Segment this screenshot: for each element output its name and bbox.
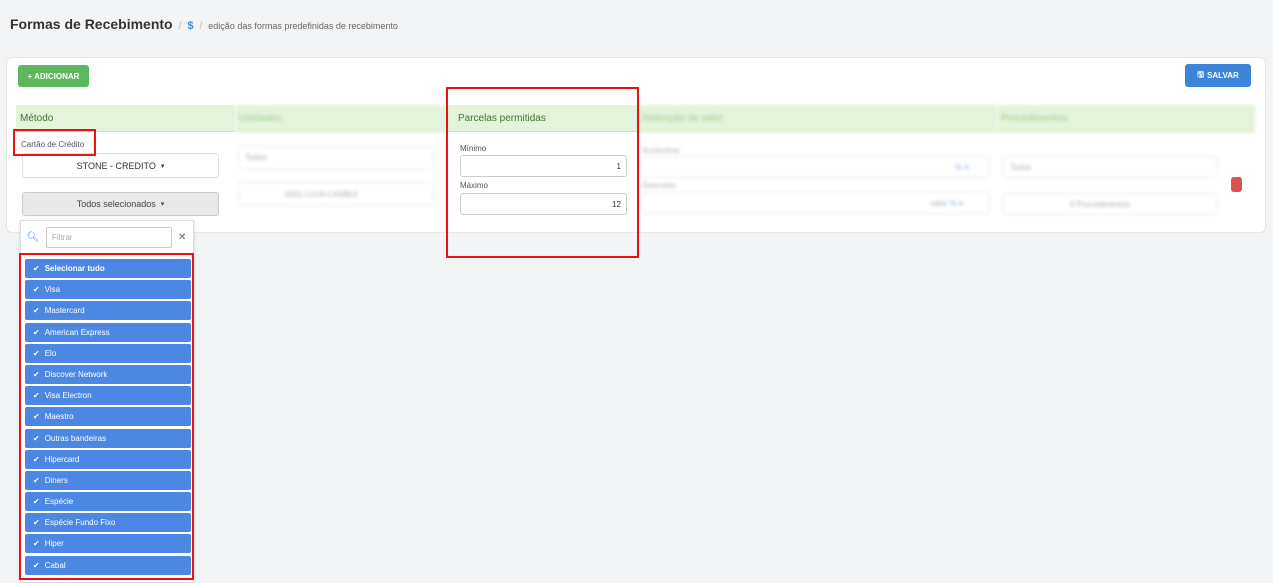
- column-header-blurred-1: Unidades: [235, 105, 447, 132]
- breadcrumb-separator: /: [178, 21, 182, 32]
- filter-input[interactable]: Filtrar: [46, 226, 172, 248]
- floppy-icon: 🖫: [1197, 69, 1205, 79]
- save-button-label: SALVAR: [1207, 71, 1239, 80]
- column-header-metodo: Método: [16, 105, 235, 132]
- save-button[interactable]: 🖫 SALVAR: [1185, 64, 1251, 87]
- clear-filter-icon[interactable]: ✕: [178, 232, 186, 243]
- dollar-icon[interactable]: $: [187, 20, 193, 32]
- page-description: edição das formas predefinidas de recebi…: [208, 21, 398, 31]
- breadcrumb-separator-2: /: [199, 21, 203, 32]
- acquirer-select-value: STONE - CREDITO: [76, 160, 156, 171]
- highlight-box-flag-list: [19, 253, 194, 580]
- page-title: Formas de Recebimento: [10, 16, 173, 32]
- dropdown-filter-row: 🔍︎ Filtrar ✕: [26, 226, 191, 248]
- add-button[interactable]: + ADICIONAR: [18, 65, 89, 87]
- breadcrumb: Formas de Recebimento / $ / edição das f…: [10, 16, 398, 36]
- chevron-down-icon: ▾: [160, 201, 165, 208]
- highlight-box-method-label: [13, 129, 96, 156]
- remove-row-button[interactable]: [1231, 177, 1242, 192]
- column-header-blurred-3: Procedimentos: [997, 105, 1255, 132]
- chevron-down-icon: ▾: [160, 162, 165, 170]
- highlight-box-installments: [446, 87, 639, 258]
- column-header-blurred-2: Retenção de valor: [638, 105, 997, 132]
- card-flags-select-value: Todos selecionados: [76, 199, 156, 209]
- search-icon: 🔍︎: [26, 231, 40, 243]
- card-flags-select[interactable]: Todos selecionados ▾: [22, 192, 219, 216]
- acquirer-select[interactable]: STONE - CREDITO ▾: [22, 153, 219, 178]
